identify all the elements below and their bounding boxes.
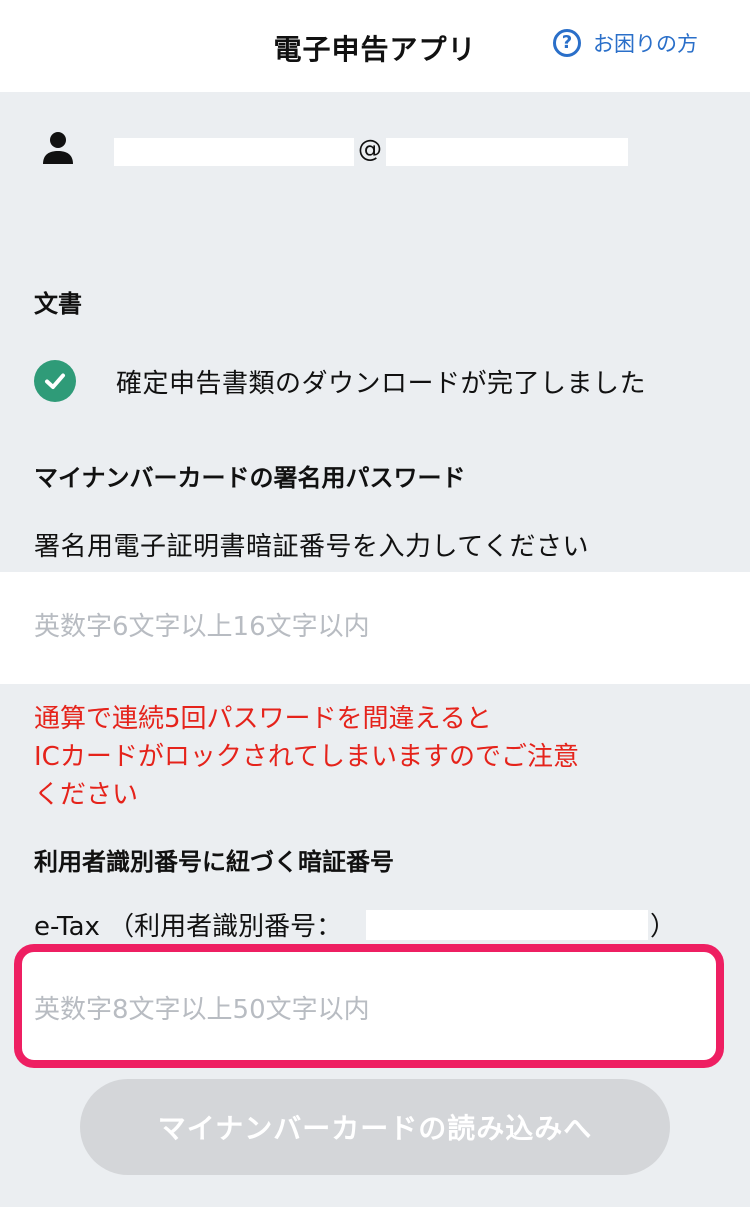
lock-warning-line: 通算で連続5回パスワードを間違えると xyxy=(34,704,492,734)
person-icon xyxy=(43,132,73,164)
account-name-redaction xyxy=(114,138,354,166)
help-link-label: お困りの方 xyxy=(593,32,698,56)
question-circle-icon: ? xyxy=(553,29,581,57)
signature-password-description: 署名用電子証明書暗証番号を入力してください xyxy=(34,532,589,562)
etax-id-row: e-Tax （利用者識別番号： ） xyxy=(34,906,694,942)
signature-password-band xyxy=(0,572,750,684)
download-status-text: 確定申告書類のダウンロードが完了しました xyxy=(116,368,647,399)
user-pin-input[interactable] xyxy=(34,995,694,1025)
etax-id-redaction xyxy=(366,910,648,940)
etax-id-label: e-Tax （利用者識別番号： xyxy=(34,912,343,942)
user-pin-title: 利用者識別番号に紐づく暗証番号 xyxy=(34,848,394,876)
lock-warning-line: ください xyxy=(34,780,139,810)
download-status: 確定申告書類のダウンロードが完了しました xyxy=(34,360,646,402)
signature-password-input[interactable] xyxy=(34,612,694,642)
document-section-title: 文書 xyxy=(34,290,82,318)
lock-warning-line: ICカードがロックされてしまいますのでご注意 xyxy=(34,742,580,772)
check-circle-icon xyxy=(34,360,76,402)
help-link[interactable]: ? お困りの方 xyxy=(553,28,698,58)
account-at-sign: @ xyxy=(358,135,382,163)
account-domain-redaction xyxy=(386,138,628,166)
etax-id-close-paren: ） xyxy=(650,912,677,942)
signature-password-title: マイナンバーカードの署名用パスワード xyxy=(34,464,466,492)
lock-warning: 通算で連続5回パスワードを間違えると ICカードがロックされてしまいますのでご注… xyxy=(34,700,674,814)
account-row: @ xyxy=(40,130,630,170)
user-pin-field-highlight xyxy=(14,944,724,1068)
read-my-number-card-button[interactable]: マイナンバーカードの読み込みへ xyxy=(80,1079,670,1175)
app-header: 電子申告アプリ ? お困りの方 xyxy=(0,0,750,92)
